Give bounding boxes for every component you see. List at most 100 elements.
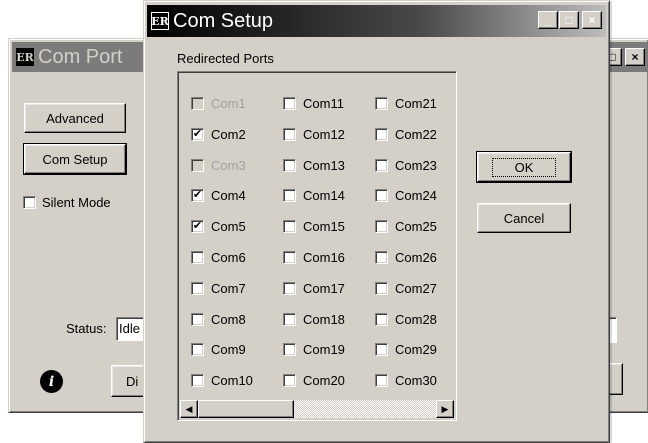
checkbox-box[interactable]	[375, 313, 388, 326]
port-checkbox-com3: Com3	[191, 158, 246, 173]
silent-mode-checkbox[interactable]: Silent Mode	[23, 195, 111, 210]
checkbox-box[interactable]	[375, 251, 388, 264]
dialog-logo-icon: ER	[151, 12, 169, 30]
port-label: Com22	[395, 127, 437, 142]
background-close-icon[interactable]: ×	[625, 48, 645, 66]
checkmark-icon[interactable]: ✔	[191, 220, 204, 233]
port-label: Com29	[395, 342, 437, 357]
checkbox-box[interactable]	[375, 374, 388, 387]
port-checkbox-com22[interactable]: Com22	[375, 127, 437, 142]
checkbox-box[interactable]	[375, 159, 388, 172]
checkbox-box[interactable]	[283, 374, 296, 387]
port-checkbox-com21[interactable]: Com21	[375, 96, 437, 111]
port-label: Com10	[211, 373, 253, 388]
port-label: Com28	[395, 312, 437, 327]
port-checkbox-com16[interactable]: Com16	[283, 250, 345, 265]
port-checkbox-com7[interactable]: Com7	[191, 281, 246, 296]
info-icon[interactable]: i	[40, 370, 63, 393]
ok-button[interactable]: OK	[476, 151, 572, 183]
port-checkbox-com13[interactable]: Com13	[283, 158, 345, 173]
checkbox-box[interactable]	[283, 343, 296, 356]
advanced-button[interactable]: Advanced	[24, 103, 126, 133]
checkbox-box[interactable]	[191, 374, 204, 387]
port-label: Com23	[395, 158, 437, 173]
port-checkbox-com14[interactable]: Com14	[283, 188, 345, 203]
port-checkbox-com19[interactable]: Com19	[283, 342, 345, 357]
cancel-button[interactable]: Cancel	[477, 203, 571, 233]
port-checkbox-com11[interactable]: Com11	[283, 96, 344, 111]
port-checkbox-com5[interactable]: ✔ Com5	[191, 219, 246, 234]
com-setup-titlebar[interactable]: ER Com Setup _ □ ×	[147, 5, 606, 37]
checkbox-box	[191, 97, 204, 110]
port-label: Com21	[395, 96, 437, 111]
title-buttons: _ □ ×	[537, 11, 602, 29]
checkbox-box[interactable]	[283, 128, 296, 141]
checkbox-box[interactable]	[375, 97, 388, 110]
checkbox-box[interactable]	[375, 189, 388, 202]
checkbox-box[interactable]	[191, 313, 204, 326]
checkbox-box[interactable]	[375, 282, 388, 295]
port-checkbox-com6[interactable]: Com6	[191, 250, 246, 265]
port-checkbox-com18[interactable]: Com18	[283, 312, 345, 327]
checkbox-box[interactable]	[375, 128, 388, 141]
port-checkbox-com23[interactable]: Com23	[375, 158, 437, 173]
scroll-track[interactable]	[198, 400, 436, 418]
port-checkbox-com9[interactable]: Com9	[191, 342, 246, 357]
port-checkbox-com20[interactable]: Com20	[283, 373, 345, 388]
port-checkbox-com26[interactable]: Com26	[375, 250, 437, 265]
maximize-icon[interactable]: □	[559, 11, 579, 29]
port-checkbox-com8[interactable]: Com8	[191, 312, 246, 327]
silent-mode-label: Silent Mode	[42, 195, 111, 210]
checkbox-box[interactable]	[283, 159, 296, 172]
checkbox-box[interactable]	[375, 220, 388, 233]
port-label: Com14	[303, 188, 345, 203]
port-checkbox-com12[interactable]: Com12	[283, 127, 345, 142]
redirected-ports-list[interactable]: Com1 ✔ Com2 Com3 ✔ Com4 ✔ Com5 Com6 Com7 Com8 Com9 C…	[177, 71, 457, 421]
port-checkbox-com25[interactable]: Com25	[375, 219, 437, 234]
checkbox-box[interactable]	[283, 282, 296, 295]
checkmark-icon[interactable]: ✔	[191, 128, 204, 141]
com-port-titlebar[interactable]: ER Com Port	[12, 42, 164, 72]
scroll-thumb[interactable]	[198, 400, 294, 418]
minimize-icon[interactable]: _	[538, 11, 558, 29]
port-checkbox-com30[interactable]: Com30	[375, 373, 437, 388]
port-label: Com2	[211, 127, 246, 142]
com-port-title: Com Port	[38, 45, 123, 68]
checkbox-box[interactable]	[191, 282, 204, 295]
checkbox-box[interactable]	[283, 189, 296, 202]
checkbox-box[interactable]	[283, 313, 296, 326]
port-label: Com13	[303, 158, 345, 173]
checkbox-box[interactable]	[283, 251, 296, 264]
port-label: Com3	[211, 158, 246, 173]
port-label: Com18	[303, 312, 345, 327]
port-checkbox-com28[interactable]: Com28	[375, 312, 437, 327]
port-label: Com16	[303, 250, 345, 265]
port-checkbox-com4[interactable]: ✔ Com4	[191, 188, 246, 203]
port-checkbox-com10[interactable]: Com10	[191, 373, 253, 388]
checkbox-box[interactable]	[283, 220, 296, 233]
port-checkbox-com27[interactable]: Com27	[375, 281, 437, 296]
port-checkbox-com29[interactable]: Com29	[375, 342, 437, 357]
checkbox-box[interactable]	[375, 343, 388, 356]
checkbox-box	[191, 159, 204, 172]
port-checkbox-com2[interactable]: ✔ Com2	[191, 127, 246, 142]
port-checkbox-com15[interactable]: Com15	[283, 219, 345, 234]
horizontal-scrollbar[interactable]: ◀ ▶	[180, 400, 454, 418]
scroll-left-icon[interactable]: ◀	[180, 400, 198, 418]
checkbox-box[interactable]	[283, 97, 296, 110]
port-label: Com24	[395, 188, 437, 203]
com-setup-button[interactable]: Com Setup	[23, 143, 127, 175]
checkbox-box[interactable]	[191, 343, 204, 356]
com-setup-button-label: Com Setup	[42, 151, 108, 167]
port-label: Com27	[395, 281, 437, 296]
close-icon[interactable]: ×	[582, 11, 602, 29]
port-checkbox-com1: Com1	[191, 96, 246, 111]
port-label: Com9	[211, 342, 246, 357]
checkmark-icon[interactable]: ✔	[191, 189, 204, 202]
port-checkbox-com24[interactable]: Com24	[375, 188, 437, 203]
scroll-right-icon[interactable]: ▶	[436, 400, 454, 418]
port-checkbox-com17[interactable]: Com17	[283, 281, 345, 296]
advanced-button-label: Advanced	[46, 110, 104, 126]
checkbox-box[interactable]	[191, 251, 204, 264]
silent-mode-check-box[interactable]	[23, 196, 36, 209]
